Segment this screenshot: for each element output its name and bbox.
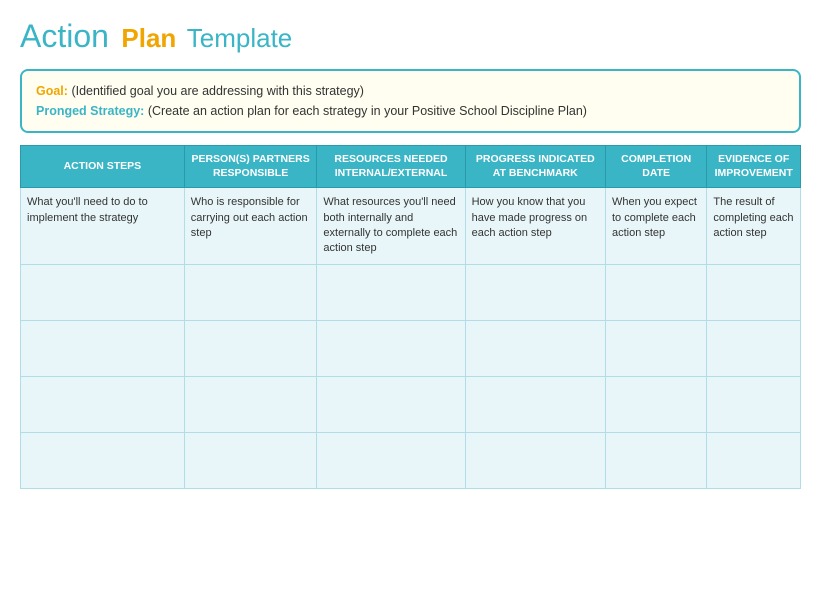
- cell-persons-1: Who is responsible for carrying out each…: [184, 188, 317, 265]
- cell-progress-4: [465, 376, 605, 432]
- title-template: Template: [187, 23, 293, 53]
- header-progress: PROGRESS INDICATED AT BENCHMARK: [465, 146, 605, 188]
- table-row-5: [21, 432, 801, 488]
- goal-box: Goal: (Identified goal you are addressin…: [20, 69, 801, 133]
- cell-action-3: [21, 320, 185, 376]
- cell-resources-1: What resources you'll need both internal…: [317, 188, 465, 265]
- cell-progress-2: [465, 264, 605, 320]
- cell-resources-5: [317, 432, 465, 488]
- cell-progress-5: [465, 432, 605, 488]
- cell-evidence-3: [707, 320, 801, 376]
- cell-resources-2: [317, 264, 465, 320]
- table-row-4: [21, 376, 801, 432]
- cell-completion-5: [605, 432, 706, 488]
- table-row-2: [21, 264, 801, 320]
- cell-progress-1: How you know that you have made progress…: [465, 188, 605, 265]
- title-plan: Plan: [121, 23, 176, 53]
- table-row-first: What you'll need to do to implement the …: [21, 188, 801, 265]
- cell-action-5: [21, 432, 185, 488]
- pronged-label: Pronged Strategy:: [36, 104, 144, 118]
- cell-evidence-1: The result of completing each action ste…: [707, 188, 801, 265]
- goal-line: Goal: (Identified goal you are addressin…: [36, 81, 785, 101]
- title-action: Action: [20, 18, 109, 54]
- action-plan-table: ACTION STEPS PERSON(S) PARTNERS RESPONSI…: [20, 145, 801, 489]
- cell-persons-2: [184, 264, 317, 320]
- cell-completion-2: [605, 264, 706, 320]
- cell-completion-4: [605, 376, 706, 432]
- cell-resources-4: [317, 376, 465, 432]
- cell-action-1: What you'll need to do to implement the …: [21, 188, 185, 265]
- cell-action-4: [21, 376, 185, 432]
- cell-persons-4: [184, 376, 317, 432]
- header-completion: COMPLETION DATE: [605, 146, 706, 188]
- header-resources: RESOURCES NEEDED INTERNAL/EXTERNAL: [317, 146, 465, 188]
- cell-persons-5: [184, 432, 317, 488]
- cell-completion-3: [605, 320, 706, 376]
- cell-evidence-4: [707, 376, 801, 432]
- cell-evidence-5: [707, 432, 801, 488]
- page-title: Action Plan Template: [20, 18, 801, 55]
- header-action-steps: ACTION STEPS: [21, 146, 185, 188]
- cell-persons-3: [184, 320, 317, 376]
- cell-evidence-2: [707, 264, 801, 320]
- goal-text: (Identified goal you are addressing with…: [71, 84, 364, 98]
- cell-completion-1: When you expect to complete each action …: [605, 188, 706, 265]
- pronged-line: Pronged Strategy: (Create an action plan…: [36, 101, 785, 121]
- header-persons: PERSON(S) PARTNERS RESPONSIBLE: [184, 146, 317, 188]
- header-evidence: EVIDENCE OF IMPROVEMENT: [707, 146, 801, 188]
- table-header-row: ACTION STEPS PERSON(S) PARTNERS RESPONSI…: [21, 146, 801, 188]
- pronged-text: (Create an action plan for each strategy…: [148, 104, 587, 118]
- table-row-3: [21, 320, 801, 376]
- goal-label: Goal:: [36, 84, 68, 98]
- cell-action-2: [21, 264, 185, 320]
- cell-resources-3: [317, 320, 465, 376]
- cell-progress-3: [465, 320, 605, 376]
